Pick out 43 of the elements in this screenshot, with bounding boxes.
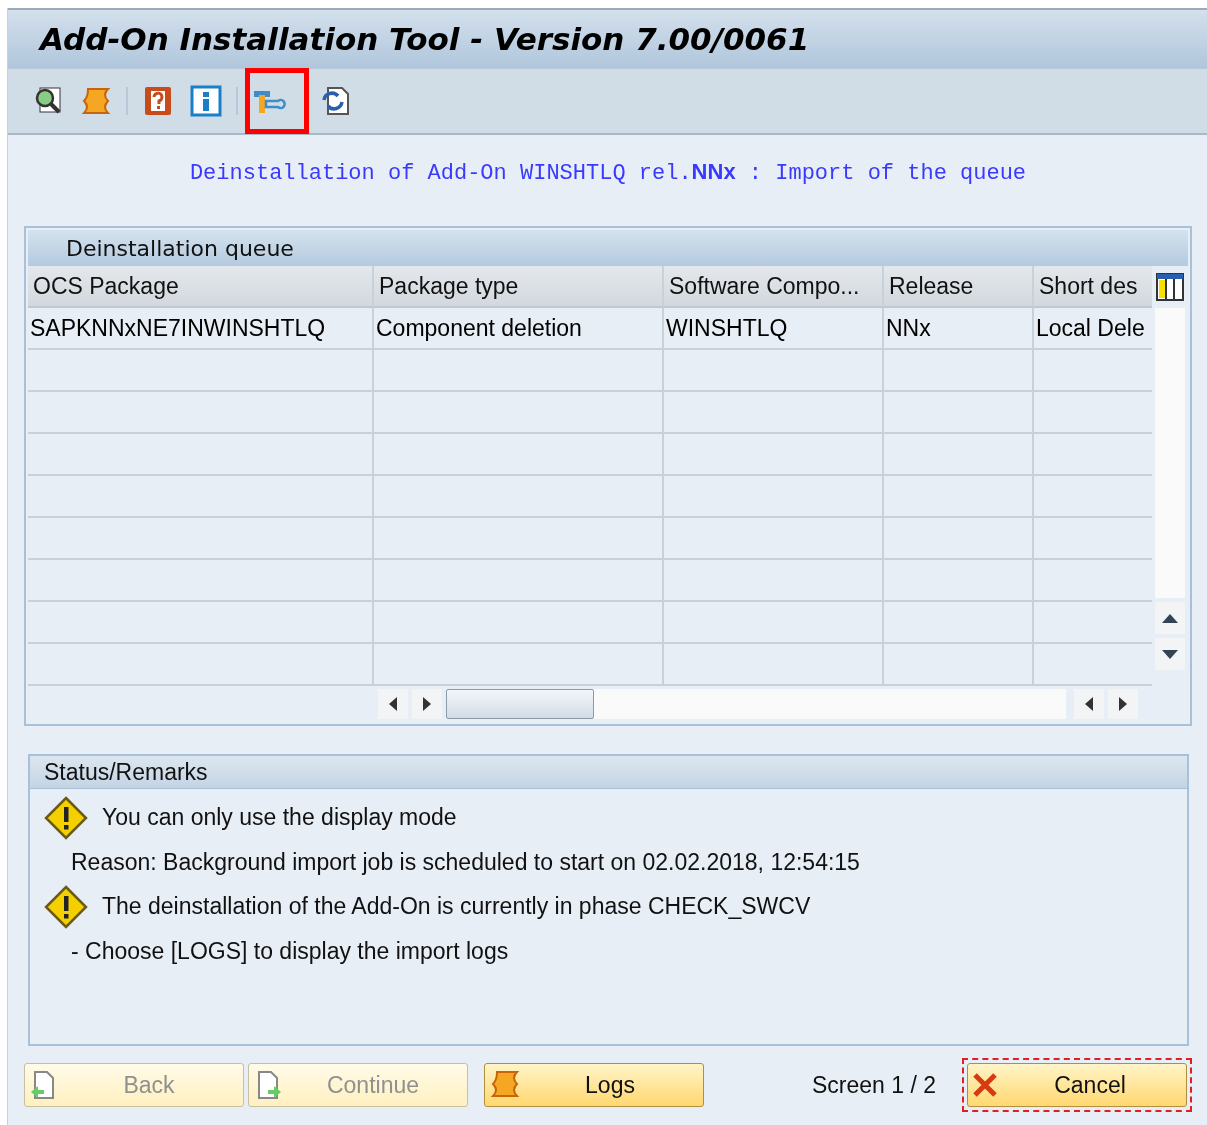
status-message: - Choose [LOGS] to display the import logs xyxy=(71,937,509,965)
table-cell: Component deletion xyxy=(374,308,664,350)
panel-title: Status/Remarks xyxy=(44,758,208,786)
status-message: You can only use the display mode xyxy=(102,804,457,831)
warning-icon xyxy=(44,795,88,840)
horizontal-scrollbar[interactable] xyxy=(446,689,1066,719)
scroll-icon xyxy=(489,1070,521,1100)
help-icon xyxy=(142,85,174,117)
left-arrow-icon xyxy=(1085,697,1093,711)
column-header[interactable]: Release xyxy=(884,266,1034,308)
status-message: The deinstallation of the Add-On is currently in phase CHECK_SWCV xyxy=(102,893,811,920)
right-arrow-icon xyxy=(1119,697,1127,711)
table-cell: WINSHTLQ xyxy=(664,308,884,350)
columns-icon xyxy=(1156,273,1184,301)
up-arrow-icon xyxy=(1162,613,1178,623)
down-arrow-icon xyxy=(1162,649,1178,659)
table-cell: NNx xyxy=(884,308,1034,350)
scroll-thumb[interactable] xyxy=(446,689,594,719)
right-arrow-icon xyxy=(423,697,431,711)
column-header[interactable]: OCS Package xyxy=(28,266,374,308)
column-header[interactable]: Short des xyxy=(1034,266,1152,308)
scroll-left-button[interactable] xyxy=(378,689,408,719)
table-cell: SAPKNNxNE7INWINSHTLQ xyxy=(28,308,374,350)
status-message: Reason: Background import job is scheduled to start on 02.02.2018, 12:54:15 xyxy=(71,848,860,876)
scroll-right-button[interactable] xyxy=(412,689,442,719)
info-icon xyxy=(190,85,222,117)
logs-button[interactable]: Logs xyxy=(484,1063,704,1107)
column-header[interactable]: Software Compo... xyxy=(664,266,884,308)
scroll-up-button[interactable] xyxy=(1155,602,1185,634)
scroll-left-button[interactable] xyxy=(1074,689,1104,719)
left-arrow-icon xyxy=(389,697,397,711)
table-cell: Local Dele xyxy=(1034,308,1152,350)
scroll-right-button[interactable] xyxy=(1108,689,1138,719)
screen-heading: Deinstallation of Add-On WINSHTLQ rel.NNx : Import of the queue xyxy=(188,159,1028,186)
scroll-icon xyxy=(80,85,112,117)
window-title: Add-On Installation Tool - Version 7.00/0061 xyxy=(40,21,810,57)
panel-title: Deinstallation queue xyxy=(66,235,294,261)
column-header[interactable]: Package type xyxy=(374,266,664,308)
warning-icon xyxy=(44,884,88,929)
cancel-button[interactable]: Cancel xyxy=(967,1063,1187,1107)
cross-icon xyxy=(972,1072,998,1098)
screen-counter: Screen 1 / 2 xyxy=(811,1071,936,1099)
scroll-down-button[interactable] xyxy=(1155,638,1185,670)
